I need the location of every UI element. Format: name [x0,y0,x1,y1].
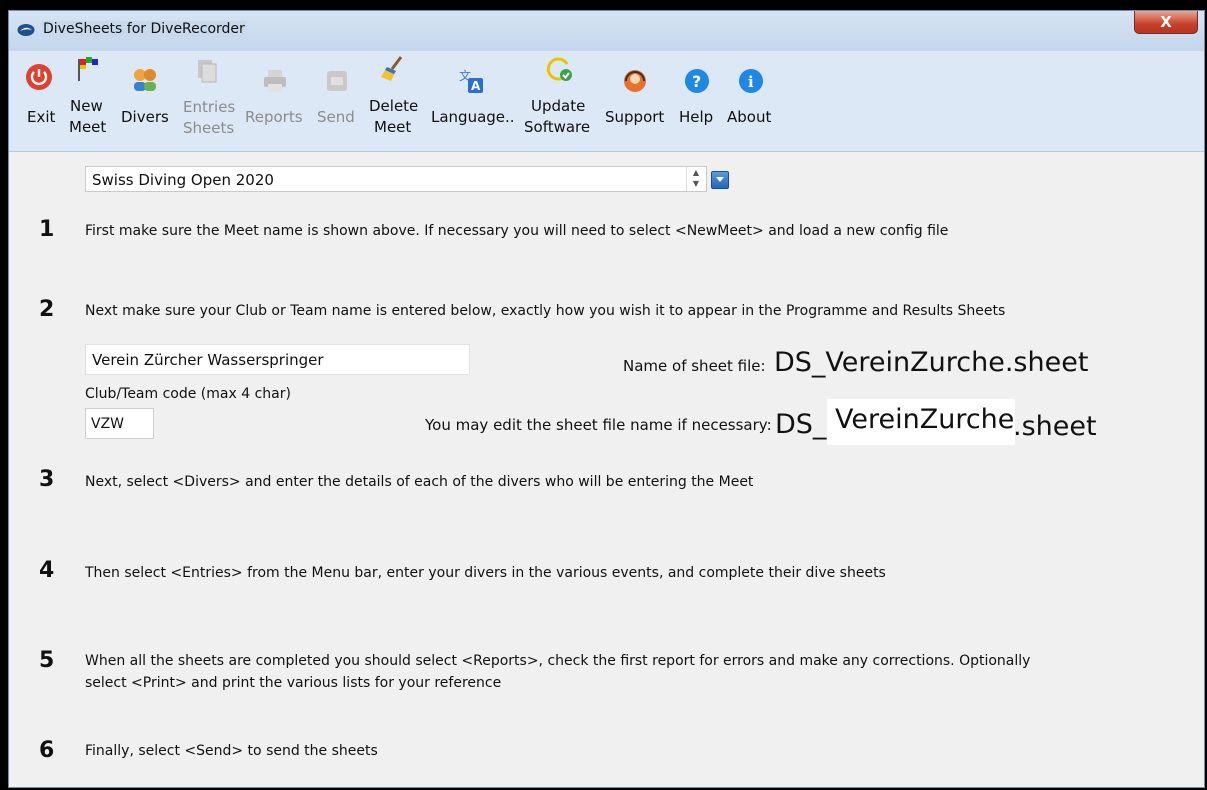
update-software-button[interactable]: Update Software [521,51,597,151]
step-2-number: 2 [39,297,55,322]
exit-button[interactable]: Exit [19,51,59,151]
step-5-text-line1: When all the sheets are completed you sh… [85,653,1031,669]
reports-button[interactable]: Reports [239,51,309,151]
exit-label: Exit [27,108,56,126]
divers-button[interactable]: Divers [119,51,171,151]
delete-meet-label-line1: Delete [369,97,419,115]
club-code-field[interactable]: VZW [85,408,154,439]
help-label: Help [679,108,714,126]
sheet-suffix: .sheet [1013,411,1097,442]
step-1-text: First make sure the Meet name is shown a… [85,223,949,239]
window-title: DiveSheets for DiveRecorder [41,21,247,37]
flags-icon [78,57,98,81]
svg-text:?: ? [692,72,701,91]
people-icon [134,69,156,91]
sheet-edit-label: You may edit the sheet file name if nece… [425,416,772,434]
broom-icon [381,56,403,81]
svg-text:A: A [471,79,481,93]
send-icon [327,71,347,91]
send-button[interactable]: Send [311,51,359,151]
svg-text:i: i [748,73,754,91]
meet-spinner[interactable]: ▲ ▼ [686,167,705,191]
documents-icon [198,60,217,83]
about-label: About [727,108,772,126]
update-label-line1: Update [531,97,586,115]
club-code-label: Club/Team code (max 4 char) [85,386,291,402]
translate-icon: 文 A [459,68,483,93]
new-meet-label-line1: New [70,97,103,115]
printer-icon [264,70,286,92]
help-button[interactable]: ? Help [677,51,717,151]
meet-select[interactable]: Swiss Diving Open 2020 [85,166,707,192]
club-name-field[interactable]: Verein Zürcher Wasserspringer [85,344,470,375]
refresh-check-icon [546,57,572,81]
new-meet-label-line2: Meet [69,118,107,136]
power-icon [26,64,52,90]
support-button[interactable]: Support [605,51,671,151]
reports-label: Reports [245,108,303,126]
question-icon: ? [685,69,709,93]
language-label: Language.. [431,108,515,126]
delete-meet-button[interactable]: Delete Meet [365,51,419,151]
headset-icon [624,70,646,92]
step-4-number: 4 [39,558,55,583]
sheet-file-name: DS_VereinZurche.sheet [774,347,1089,378]
close-button[interactable]: X [1134,11,1198,34]
step-1-number: 1 [39,217,55,242]
delete-meet-label-line2: Meet [374,118,412,136]
language-button[interactable]: 文 A Language.. [427,51,515,151]
step-3-text: Next, select <Divers> and enter the deta… [85,474,754,490]
update-label-line2: Software [524,118,591,136]
entries-label-line2: Sheets [183,119,235,137]
info-icon: i [739,69,763,93]
step-5-number: 5 [39,648,55,673]
step-6-text: Finally, select <Send> to send the sheet… [85,743,378,759]
step-4-text: Then select <Entries> from the Menu bar,… [85,565,886,581]
app-window: DiveSheets for DiveRecorder X Exit New M… [8,10,1205,788]
sheet-name-label: Name of sheet file: [623,357,766,375]
divers-label: Divers [121,108,169,126]
step-6-number: 6 [39,738,55,763]
entries-sheets-button[interactable]: Entries Sheets [179,51,235,151]
app-logo-icon [17,24,35,36]
entries-label-line1: Entries [183,98,236,116]
meet-dropdown-button[interactable] [711,171,729,189]
sheet-name-field[interactable]: VereinZurche [827,399,1015,445]
step-3-number: 3 [39,467,55,492]
title-bar: DiveSheets for DiveRecorder X [9,11,1204,51]
about-button[interactable]: i About [725,51,779,151]
sheet-prefix: DS_ [775,409,827,440]
new-meet-button[interactable]: New Meet [67,51,111,151]
support-label: Support [605,108,665,126]
toolbar: Exit New Meet Divers Entries Sheets Repo… [9,51,1204,152]
step-2-text: Next make sure your Club or Team name is… [85,303,1006,319]
step-5-text-line2: select <Print> and print the various lis… [85,675,502,691]
send-label: Send [317,108,355,126]
